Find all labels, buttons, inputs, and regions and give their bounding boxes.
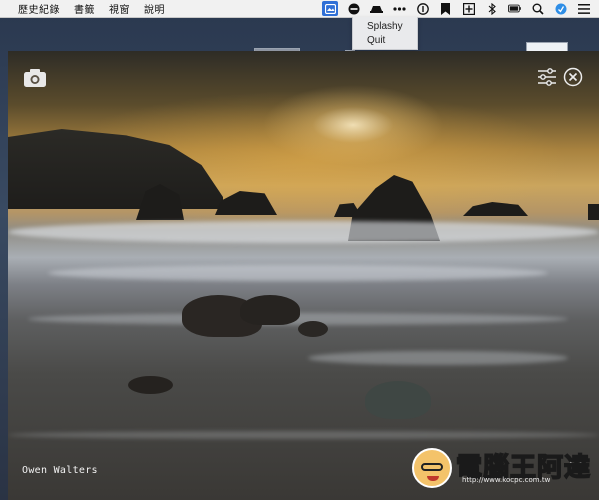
- menu-item-quit[interactable]: Quit: [353, 34, 417, 48]
- menu-item-splashy[interactable]: Splashy: [353, 20, 417, 34]
- list-icon[interactable]: [577, 2, 590, 15]
- mascot-face-icon: [412, 448, 452, 488]
- rock: [588, 204, 599, 220]
- wave-foam: [308, 351, 568, 365]
- plus-square-icon[interactable]: [462, 2, 475, 15]
- rock: [215, 191, 277, 215]
- wave-foam: [8, 431, 599, 439]
- sliders-icon[interactable]: [536, 66, 558, 88]
- battery-icon[interactable]: [508, 2, 521, 15]
- headland-rock: [8, 129, 223, 209]
- bluetooth-icon[interactable]: [485, 2, 498, 15]
- site-watermark: 電腦王阿達 http://www.kocpc.com.tw: [412, 442, 592, 494]
- minus-circle-icon[interactable]: [347, 2, 360, 15]
- camera-icon[interactable]: [22, 67, 48, 89]
- hat-icon[interactable]: [370, 2, 383, 15]
- menu-window[interactable]: 視窗: [109, 1, 130, 16]
- search-icon[interactable]: [531, 2, 544, 15]
- rock: [298, 321, 328, 337]
- watermark-url: http://www.kocpc.com.tw: [462, 476, 551, 484]
- close-icon[interactable]: [562, 66, 584, 88]
- splashy-icon[interactable]: [322, 1, 338, 16]
- status-area: [318, 0, 595, 17]
- menu-help[interactable]: 說明: [144, 1, 165, 16]
- bookmark-icon[interactable]: [439, 2, 452, 15]
- ellipsis-icon[interactable]: [393, 2, 406, 15]
- photo-credit[interactable]: Owen Walters: [22, 465, 98, 476]
- menu-history[interactable]: 歷史紀錄: [18, 1, 60, 16]
- rock: [365, 381, 431, 419]
- splashy-photo-window: Owen Walters: [8, 51, 599, 500]
- wave-foam: [8, 221, 599, 243]
- rock: [240, 295, 300, 325]
- menu-bar: 歷史紀錄 書籤 視窗 說明: [0, 0, 599, 18]
- rock: [463, 202, 528, 216]
- blue-circle-icon[interactable]: [554, 2, 567, 15]
- rock: [128, 376, 173, 394]
- wave-foam: [48, 265, 548, 281]
- info-circle-icon[interactable]: [416, 2, 429, 15]
- splashy-dropdown-menu: Splashy Quit: [352, 17, 418, 50]
- menu-bookmarks[interactable]: 書籤: [74, 1, 95, 16]
- menu-items: 歷史紀錄 書籤 視窗 說明: [0, 1, 179, 16]
